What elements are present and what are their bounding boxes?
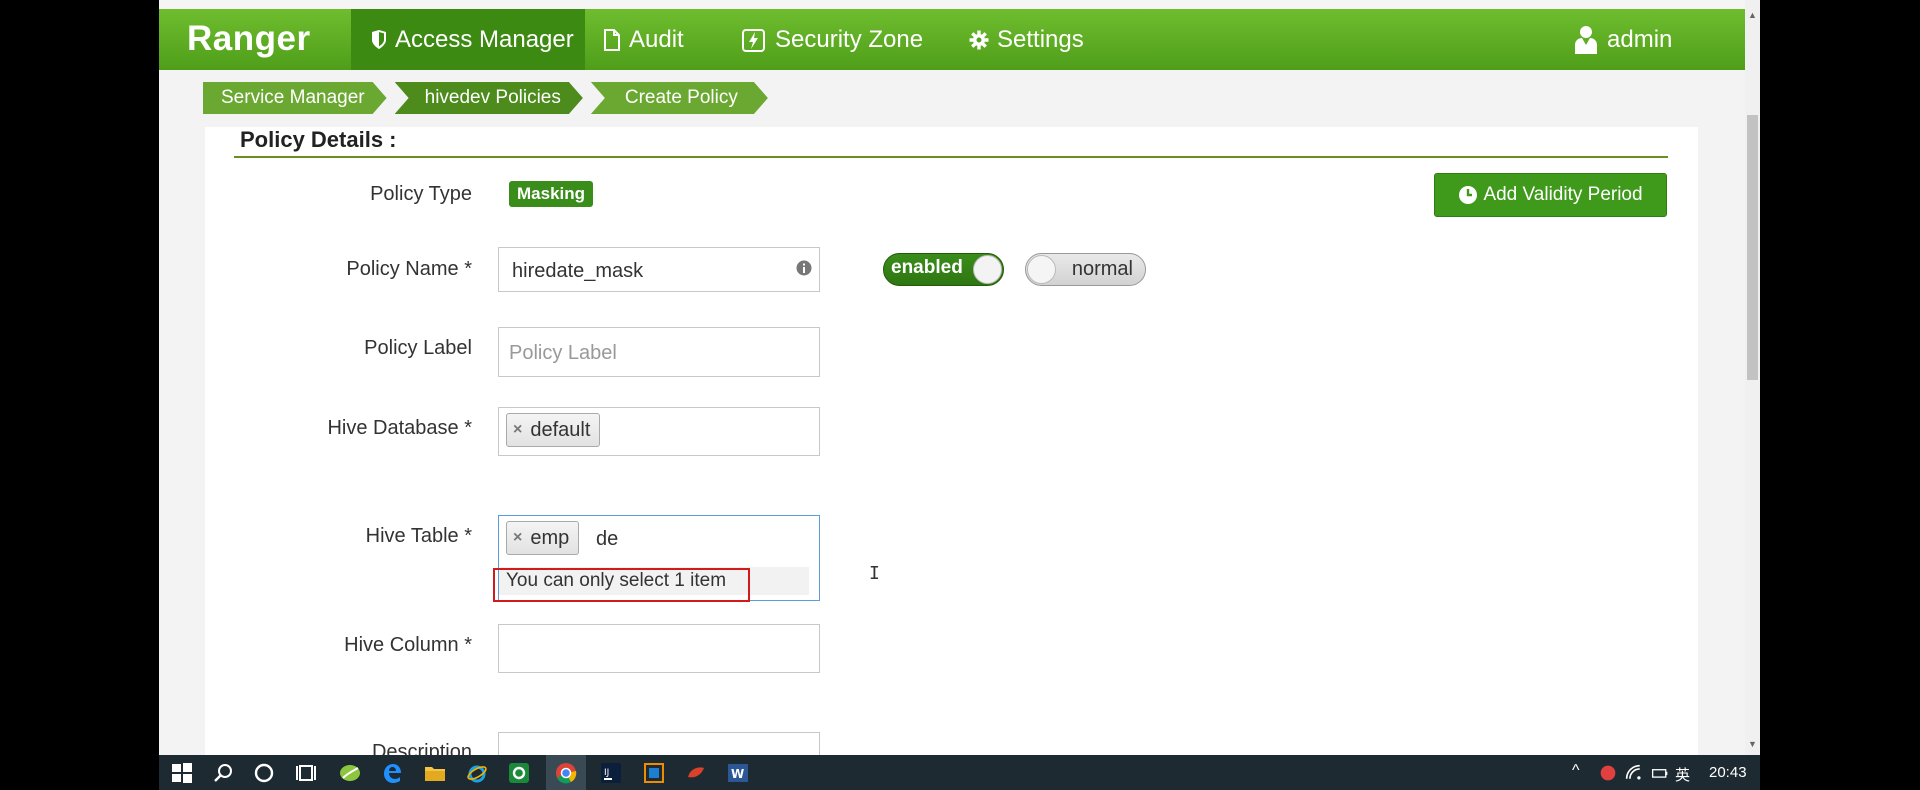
gear-icon xyxy=(969,30,989,49)
shield-icon xyxy=(372,29,386,49)
intellij-icon[interactable]: IJ xyxy=(600,762,622,784)
clock-icon xyxy=(1459,186,1478,204)
file-explorer-icon[interactable] xyxy=(424,762,446,784)
battery-icon[interactable] xyxy=(1651,762,1669,784)
breadcrumb-hivedev-policies[interactable]: hivedev Policies xyxy=(395,82,583,114)
ime-indicator[interactable]: 英 xyxy=(1675,764,1690,785)
cortana-icon[interactable] xyxy=(253,762,275,784)
user-name: admin xyxy=(1607,25,1673,53)
chrome-icon[interactable] xyxy=(555,762,577,784)
tray-app-icon[interactable] xyxy=(1599,762,1617,784)
file-icon xyxy=(604,28,620,51)
toggle-knob xyxy=(973,255,1002,284)
hive-database-tag[interactable]: × default xyxy=(506,413,601,447)
enabled-toggle-label: enabled xyxy=(891,257,963,278)
section-title: Policy Details : xyxy=(240,127,397,152)
toggle-knob xyxy=(1027,255,1056,284)
hive-table-search-text[interactable]: de xyxy=(596,528,618,551)
breadcrumb-create-policy: Create Policy xyxy=(591,82,768,114)
internet-explorer-icon[interactable] xyxy=(466,762,488,784)
windows-taskbar: IJ W ^ 英 20:43 xyxy=(159,755,1760,790)
hive-table-tag-label: emp xyxy=(530,526,570,549)
clock-time[interactable]: 20:43 xyxy=(1709,764,1747,781)
add-validity-period-button[interactable]: Add Validity Period xyxy=(1434,173,1667,217)
info-icon[interactable] xyxy=(796,260,812,276)
user-menu[interactable]: admin xyxy=(1573,9,1672,70)
normal-toggle-label: normal xyxy=(1071,258,1133,280)
section-divider xyxy=(234,156,1668,158)
svg-text:W: W xyxy=(731,767,744,781)
policy-label-label: Policy Label xyxy=(364,337,472,359)
policy-label-input[interactable]: Policy Label xyxy=(498,327,820,377)
normal-toggle[interactable]: normal xyxy=(1025,253,1146,286)
breadcrumb-service-manager[interactable]: Service Manager xyxy=(203,82,387,114)
app-leaf-icon[interactable] xyxy=(339,762,361,784)
virtualbox-icon[interactable] xyxy=(643,762,665,784)
bolt-icon xyxy=(742,28,765,52)
nav-audit-label: Audit xyxy=(629,25,684,53)
hive-table-select[interactable]: × emp de xyxy=(498,515,820,565)
policy-name-label: Policy Name * xyxy=(346,258,472,280)
hive-table-tag[interactable]: × emp xyxy=(506,521,580,555)
svg-text:IJ: IJ xyxy=(604,768,609,778)
windows-start-icon[interactable] xyxy=(171,762,193,784)
enabled-toggle[interactable]: enabled xyxy=(883,253,1004,286)
word-icon[interactable]: W xyxy=(727,762,749,784)
hive-column-select[interactable] xyxy=(498,624,820,673)
hive-database-tag-label: default xyxy=(530,418,591,441)
scroll-up-icon[interactable]: ▲ xyxy=(1748,10,1757,20)
app-red-icon[interactable] xyxy=(685,762,707,784)
top-navbar: Ranger Access Manager Audit Security Zon… xyxy=(159,0,1760,70)
nav-settings[interactable]: Settings xyxy=(969,9,1084,70)
nav-audit[interactable]: Audit xyxy=(603,9,684,70)
tray-expand-icon[interactable]: ^ xyxy=(1572,762,1580,780)
edge-browser-icon[interactable] xyxy=(381,762,403,784)
user-icon xyxy=(1575,25,1597,54)
policy-type-badge: Masking xyxy=(509,181,594,207)
brand-logo[interactable]: Ranger xyxy=(187,19,311,59)
nav-access-manager-label: Access Manager xyxy=(395,25,574,53)
policy-form-panel: Policy Details : Policy Type Masking Add… xyxy=(205,127,1698,790)
wifi-icon[interactable] xyxy=(1625,762,1643,784)
text-cursor-icon: I xyxy=(869,563,880,584)
scroll-down-icon[interactable]: ▼ xyxy=(1748,739,1757,749)
app-green-icon[interactable] xyxy=(508,762,530,784)
highlight-box xyxy=(493,568,750,602)
remove-tag-icon[interactable]: × xyxy=(513,529,522,547)
task-view-icon[interactable] xyxy=(295,762,317,784)
hive-table-label: Hive Table * xyxy=(365,525,472,547)
nav-security-zone[interactable]: Security Zone xyxy=(741,9,923,70)
hive-database-label: Hive Database * xyxy=(327,417,472,439)
browser-viewport: Ranger Access Manager Audit Security Zon… xyxy=(159,0,1760,790)
policy-name-input[interactable]: hiredate_mask xyxy=(498,247,820,292)
hive-column-label: Hive Column * xyxy=(344,634,472,656)
add-validity-period-label: Add Validity Period xyxy=(1483,184,1643,205)
policy-label-placeholder: Policy Label xyxy=(509,342,617,364)
breadcrumb: Service Manager hivedev Policies Create … xyxy=(203,82,776,114)
policy-name-value: hiredate_mask xyxy=(512,260,644,282)
nav-settings-label: Settings xyxy=(997,25,1084,53)
remove-tag-icon[interactable]: × xyxy=(513,421,522,439)
page-scrollbar[interactable]: ▲ ▼ xyxy=(1745,0,1760,755)
scrollbar-thumb[interactable] xyxy=(1747,115,1758,380)
policy-type-label: Policy Type xyxy=(370,183,472,205)
hive-database-select[interactable]: × default xyxy=(498,407,820,456)
nav-security-zone-label: Security Zone xyxy=(775,25,924,53)
nav-access-manager[interactable]: Access Manager xyxy=(351,9,585,70)
search-icon[interactable] xyxy=(212,762,234,784)
